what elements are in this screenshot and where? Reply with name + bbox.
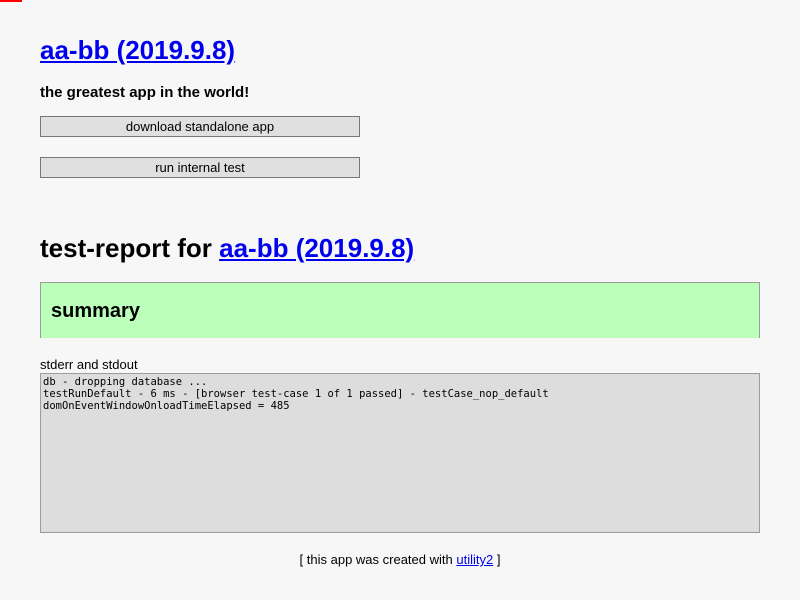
test-summary-panel: summary [40, 282, 760, 338]
footer-prefix: [ this app was created with [299, 552, 457, 567]
console-output-label: stderr and stdout [40, 357, 138, 372]
app-title-link[interactable]: aa-bb (2019.9.8) [40, 35, 235, 65]
footer-credit: [ this app was created with utility2 ] [40, 552, 760, 568]
utility2-link[interactable]: utility2 [456, 552, 493, 567]
app-tagline: the greatest app in the world! [40, 84, 250, 101]
console-output-box[interactable]: db - dropping database ... testRunDefaul… [40, 373, 760, 533]
test-report-app-link[interactable]: aa-bb (2019.9.8) [219, 233, 414, 263]
loading-progress-bar [0, 0, 22, 2]
run-internal-test-button[interactable]: run internal test [40, 157, 360, 178]
test-report-title-prefix: test-report for [40, 233, 220, 263]
console-line: domOnEventWindowOnloadTimeElapsed = 485 [43, 400, 290, 412]
console-line: testRunDefault - 6 ms - [browser test-ca… [43, 388, 549, 400]
console-line: db - dropping database ... [43, 376, 208, 388]
test-report-title: test-report for aa-bb (2019.9.8) [40, 231, 414, 265]
summary-heading: summary [51, 300, 140, 322]
download-standalone-app-button[interactable]: download standalone app [40, 116, 360, 137]
footer-suffix: ] [493, 552, 501, 567]
app-title: aa-bb (2019.9.8) [40, 33, 235, 67]
